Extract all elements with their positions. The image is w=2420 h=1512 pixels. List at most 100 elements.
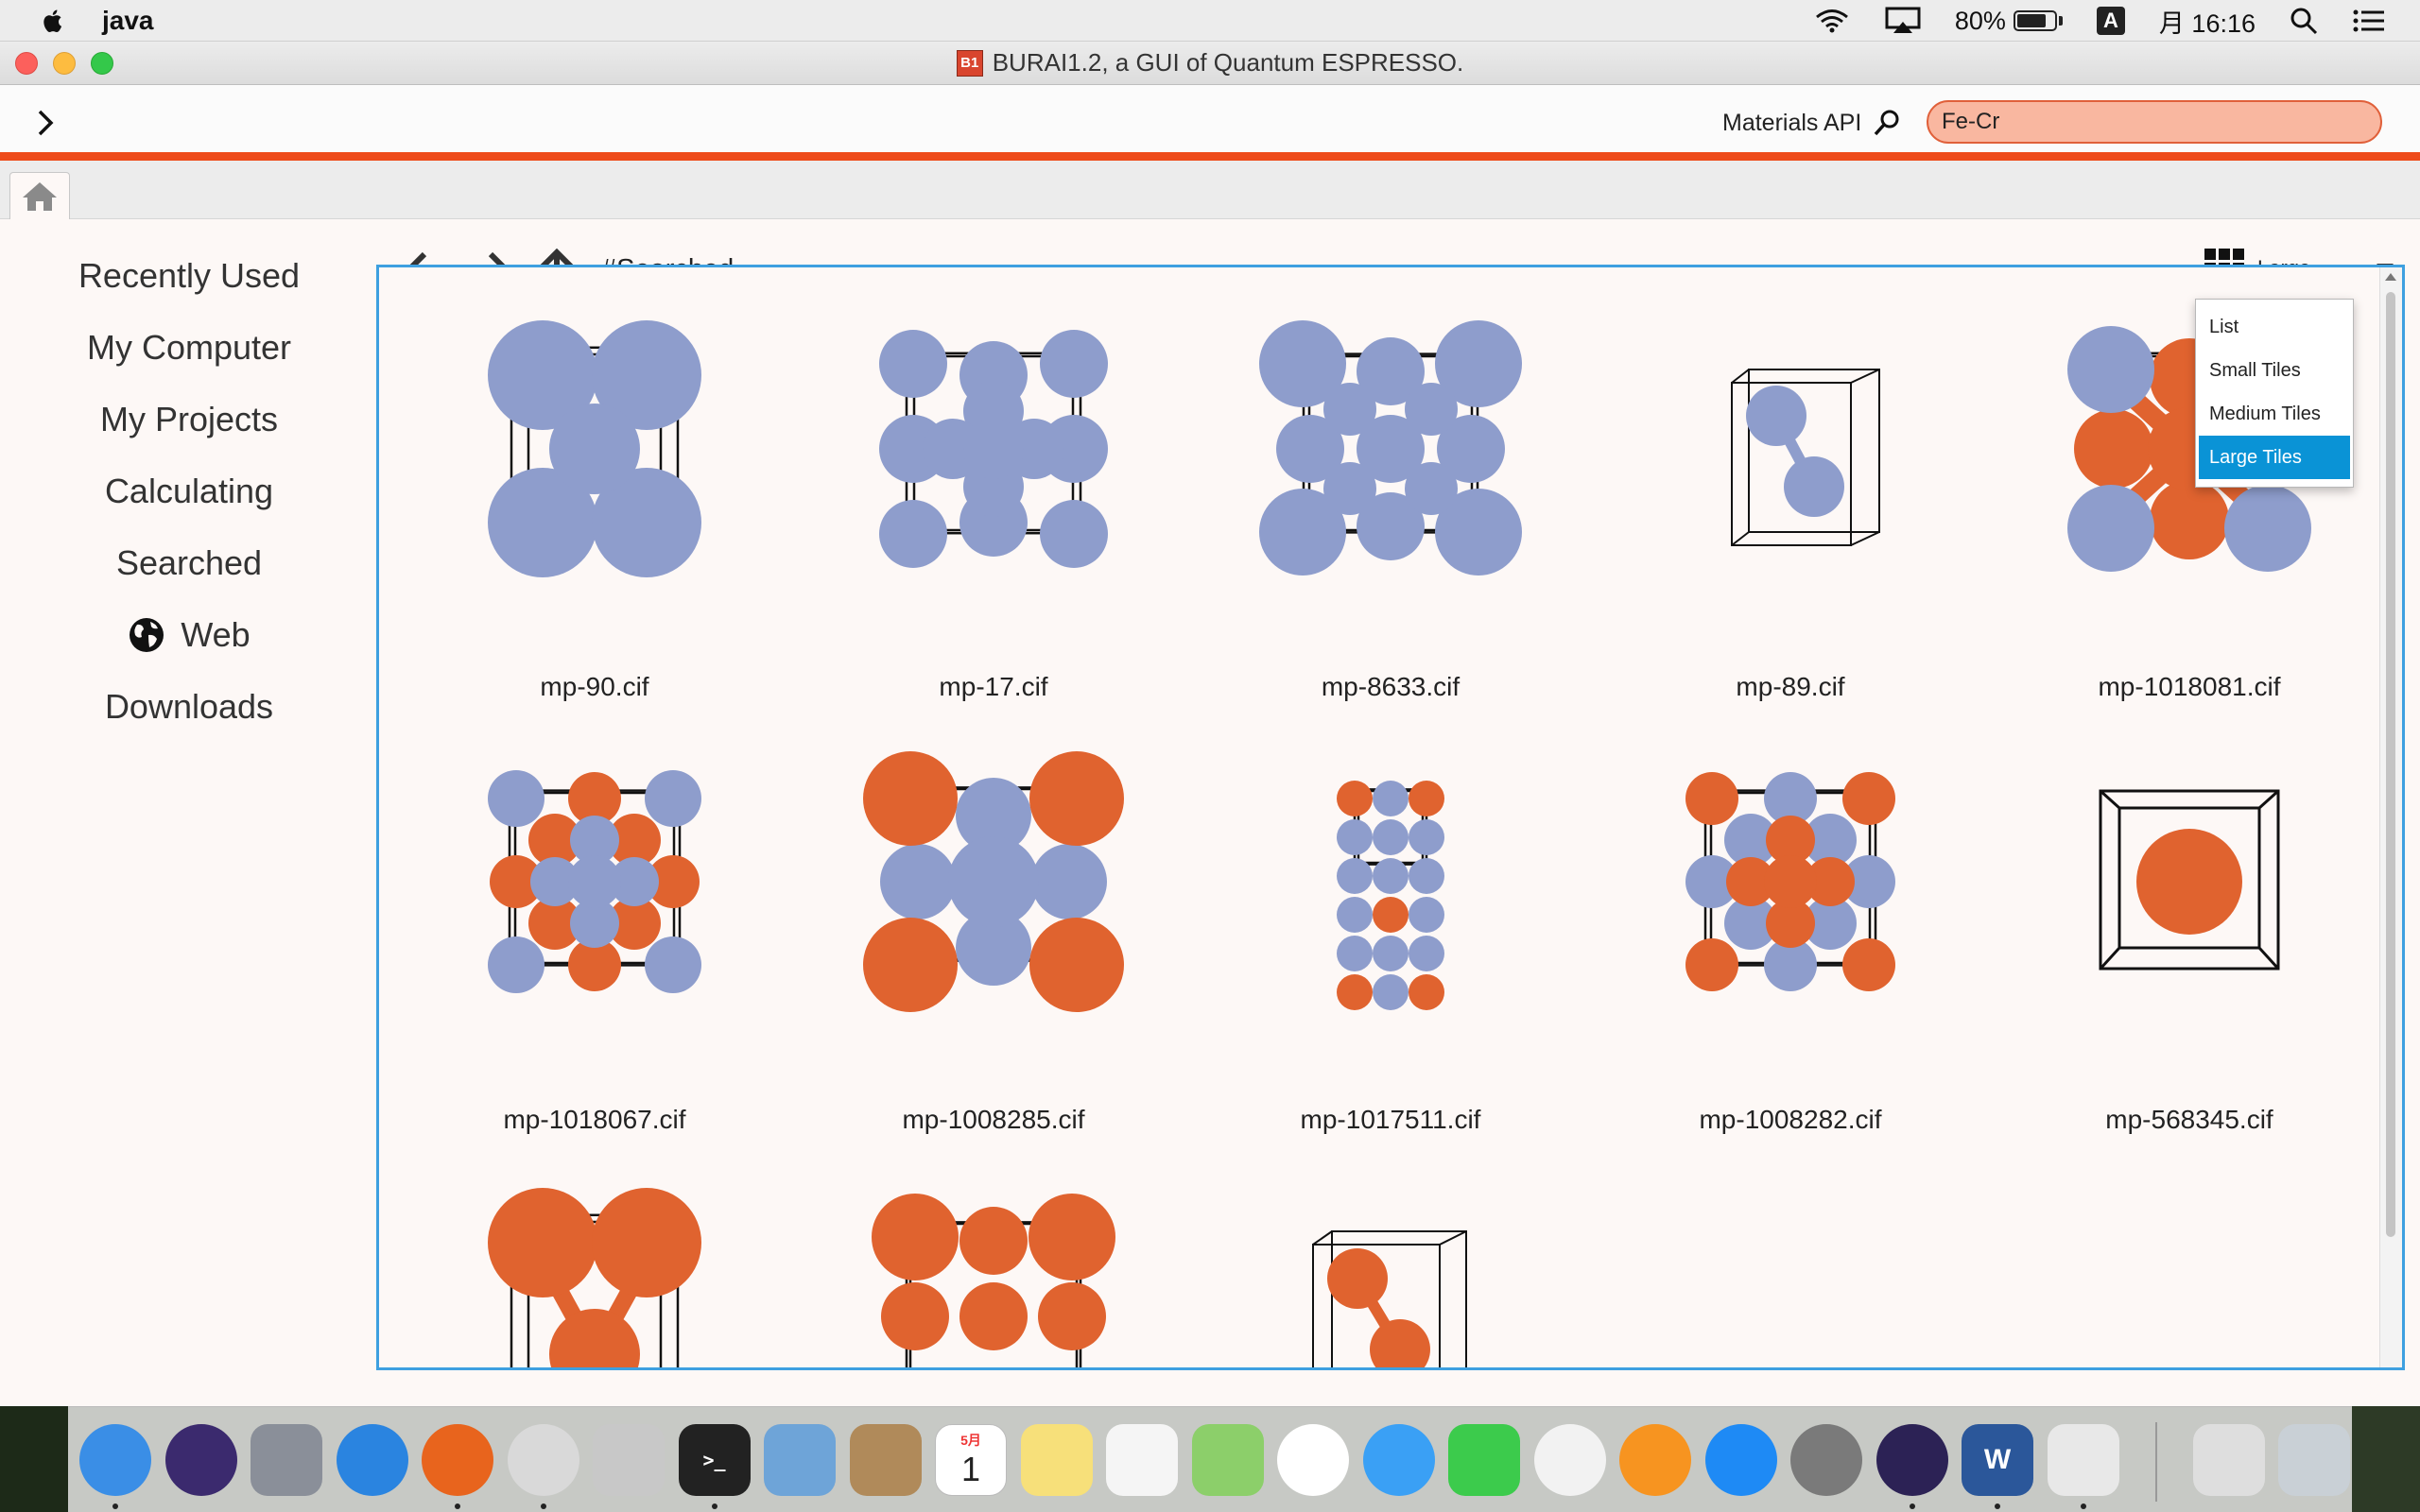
airplay-icon[interactable] — [1885, 7, 1921, 35]
view-mode-menu: List Small Tiles Medium Tiles Large Tile… — [2195, 299, 2354, 488]
file-tile-grid: mp-90.cif mp-17.cif mp-8633.cif mp-89.cif mp… — [376, 265, 2405, 1370]
file-tile[interactable]: mp-89.cif — [1649, 307, 1932, 701]
file-name: mp-8633.cif — [1321, 672, 1461, 701]
file-tile[interactable] — [852, 1175, 1135, 1367]
file-tile[interactable] — [1249, 1175, 1532, 1367]
desktop-background — [0, 1406, 68, 1512]
crystal-structure-thumbnail — [863, 751, 1124, 1012]
spotlight-icon[interactable] — [2290, 7, 2318, 35]
dock-separator — [2155, 1422, 2157, 1502]
preview-icon[interactable] — [2193, 1424, 2265, 1496]
toolbar: Materials API — [0, 85, 2420, 161]
system-preferences-icon[interactable] — [1790, 1424, 1862, 1496]
ibooks-icon[interactable] — [1619, 1424, 1691, 1496]
sidebar-item-label: My Projects — [99, 400, 279, 438]
file-tile[interactable]: mp-1018067.cif — [453, 740, 736, 1134]
crystal-structure-thumbnail — [1685, 772, 1895, 991]
notes-icon[interactable] — [1020, 1424, 1093, 1496]
sidebar-item-label: Downloads — [104, 687, 274, 726]
sidebar-item-my-projects[interactable]: My Projects — [0, 384, 378, 455]
chrome-app-icon[interactable] — [593, 1424, 665, 1496]
sidebar-item-label: Recently Used — [78, 256, 301, 295]
wifi-icon[interactable] — [1813, 7, 1851, 35]
running-indicator — [540, 1503, 546, 1509]
crystal-structure-thumbnail — [1259, 320, 1522, 576]
close-window-button[interactable] — [15, 52, 38, 75]
appstore-icon[interactable] — [1704, 1424, 1777, 1496]
search-icon[interactable] — [1872, 108, 1902, 138]
mail-icon[interactable] — [764, 1424, 836, 1496]
notification-center-icon[interactable] — [2352, 7, 2386, 35]
sidebar-item-searched[interactable]: Searched — [0, 527, 378, 599]
zoom-window-button[interactable] — [91, 52, 113, 75]
app-name[interactable]: java — [102, 6, 154, 36]
menu-item-small-tiles[interactable]: Small Tiles — [2196, 349, 2353, 392]
calendar-day: 1 — [960, 1450, 981, 1488]
file-tile[interactable]: mp-8633.cif — [1249, 307, 1532, 701]
title-bar[interactable]: B1 BURAI1.2, a GUI of Quantum ESPRESSO. — [0, 42, 2420, 85]
chrome-icon[interactable] — [507, 1424, 579, 1496]
running-indicator — [2080, 1503, 2086, 1509]
file-tile[interactable]: mp-1008285.cif — [852, 740, 1135, 1134]
crystal-structure-thumbnail — [872, 1194, 1115, 1367]
crystal-structure-thumbnail — [1731, 369, 1880, 546]
battery-status[interactable]: 80% — [1955, 7, 2063, 36]
coffee-icon[interactable] — [2047, 1424, 2119, 1496]
scroll-up-arrow[interactable] — [2385, 273, 2396, 281]
sidebar-item-downloads[interactable]: Downloads — [0, 671, 378, 743]
photos-icon[interactable] — [1277, 1424, 1349, 1496]
crystal-structure-thumbnail — [2099, 789, 2280, 971]
menu-item-large-tiles[interactable]: Large Tiles — [2199, 436, 2350, 479]
menu-item-list[interactable]: List — [2196, 305, 2353, 349]
maps-icon[interactable] — [1191, 1424, 1264, 1496]
running-indicator — [112, 1503, 118, 1509]
dock: >_ 5月 1 W — [68, 1406, 2352, 1512]
sidebar-item-recently-used[interactable]: Recently Used — [0, 240, 378, 312]
battery-percent: 80% — [1954, 6, 2006, 35]
vertical-scrollbar[interactable] — [2379, 267, 2402, 1367]
materials-search-input[interactable] — [1927, 100, 2382, 144]
file-tile[interactable]: mp-17.cif — [852, 307, 1135, 701]
clock[interactable]: 月 16:16 — [2159, 3, 2256, 40]
terminal-icon[interactable]: >_ — [678, 1424, 751, 1496]
facetime-icon[interactable] — [1448, 1424, 1520, 1496]
word-icon[interactable]: W — [1962, 1424, 2033, 1496]
tab-home[interactable] — [9, 172, 70, 219]
firefox-icon[interactable] — [422, 1424, 493, 1496]
calendar-month: 5月 — [960, 1433, 981, 1448]
safari-icon[interactable] — [336, 1424, 408, 1496]
scrollbar-thumb[interactable] — [2386, 292, 2395, 1237]
tab-bar — [0, 161, 2420, 219]
sidebar-item-calculating[interactable]: Calculating — [0, 455, 378, 527]
file-tile[interactable]: mp-1008282.cif — [1649, 740, 1932, 1134]
file-name: mp-1018067.cif — [503, 1105, 686, 1134]
eclipse-icon[interactable] — [1876, 1424, 1948, 1496]
messages-icon[interactable] — [1362, 1424, 1435, 1496]
sidebar-item-my-computer[interactable]: My Computer — [0, 312, 378, 384]
crystal-structure-thumbnail — [1337, 781, 1444, 1010]
apple-icon[interactable] — [40, 7, 68, 35]
finder-icon[interactable] — [79, 1424, 151, 1496]
file-tile[interactable]: mp-568345.cif — [2048, 740, 2331, 1134]
file-tile[interactable]: mp-1017511.cif — [1249, 740, 1532, 1134]
trash-icon[interactable] — [2278, 1424, 2350, 1496]
reminders-icon[interactable] — [1106, 1424, 1178, 1496]
sidebar: Recently Used My Computer My Projects Ca… — [0, 240, 378, 743]
siri-icon[interactable] — [164, 1424, 237, 1496]
file-name: mp-89.cif — [1736, 672, 1845, 701]
battery-icon — [2013, 10, 2057, 31]
file-name: mp-1008285.cif — [902, 1105, 1085, 1134]
contacts-icon[interactable] — [849, 1424, 922, 1496]
input-source-icon[interactable]: A — [2096, 7, 2125, 35]
file-tile[interactable]: mp-90.cif — [453, 307, 736, 701]
sidebar-item-web[interactable]: Web — [0, 599, 378, 671]
home-icon — [23, 181, 57, 211]
globe-icon — [130, 618, 164, 652]
minimize-window-button[interactable] — [53, 52, 76, 75]
itunes-icon[interactable] — [1533, 1424, 1606, 1496]
file-tile[interactable] — [453, 1175, 736, 1367]
launchpad-icon[interactable] — [251, 1424, 322, 1496]
menu-item-medium-tiles[interactable]: Medium Tiles — [2196, 392, 2353, 436]
calendar-icon[interactable]: 5月 1 — [935, 1424, 1007, 1496]
expand-chevron-icon[interactable] — [30, 108, 60, 138]
